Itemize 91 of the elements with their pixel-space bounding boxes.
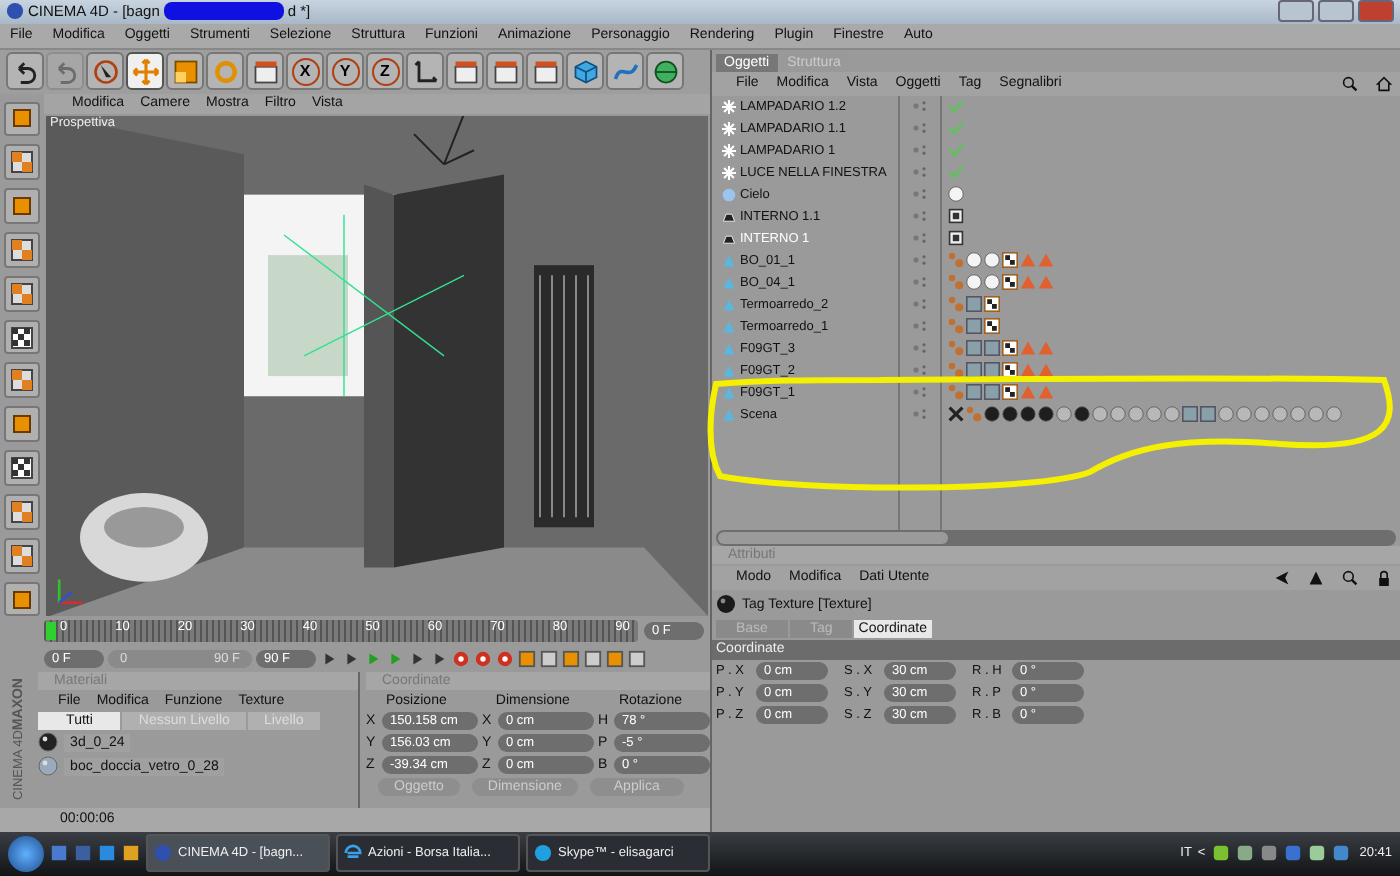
checker-tag-icon[interactable] <box>1002 252 1018 268</box>
maximize-button[interactable] <box>1318 0 1354 23</box>
visibility-dots-icon[interactable] <box>912 142 928 158</box>
dots-tag-icon[interactable] <box>948 252 964 268</box>
light-icon <box>722 165 736 179</box>
scale-tool-button[interactable] <box>166 52 204 90</box>
lock-icon[interactable] <box>1376 569 1392 585</box>
home-icon[interactable] <box>1376 75 1392 91</box>
dots-tag-icon[interactable] <box>948 318 964 334</box>
checker-tag-icon[interactable] <box>984 296 1000 312</box>
spline-button[interactable] <box>606 52 644 90</box>
playhead-marker[interactable] <box>46 622 56 640</box>
visibility-dots-icon[interactable] <box>912 120 928 136</box>
axis-lock-button[interactable]: Y <box>326 52 364 90</box>
circle-icon <box>154 844 172 863</box>
dots-tag-icon[interactable] <box>948 296 964 312</box>
visibility-dots-icon[interactable] <box>912 98 928 114</box>
axis-lock-button[interactable]: X <box>286 52 324 90</box>
browser-icon <box>344 844 362 863</box>
visibility-dots-icon[interactable] <box>912 208 928 224</box>
tool-icon[interactable] <box>4 231 40 268</box>
cursor-icon <box>91 57 119 85</box>
search-icon[interactable] <box>1342 75 1358 91</box>
tool-icon[interactable] <box>4 319 40 355</box>
coordinate-system-button[interactable] <box>406 52 444 90</box>
visibility-dots-icon[interactable] <box>912 252 928 268</box>
nurbs-button[interactable] <box>646 52 684 90</box>
sphere-icon <box>651 57 679 85</box>
cross-tag-icon[interactable] <box>948 406 964 422</box>
dots-tag-icon[interactable] <box>966 406 982 422</box>
circle-icon <box>534 844 552 863</box>
clapper-button[interactable] <box>526 52 564 90</box>
search-icon[interactable] <box>1342 569 1358 585</box>
tool-icon[interactable] <box>4 537 40 574</box>
visibility-dots-icon[interactable] <box>912 318 928 334</box>
tool-icon[interactable] <box>4 144 40 181</box>
visibility-dots-icon[interactable] <box>912 406 928 422</box>
glass-material-icon <box>38 756 59 776</box>
sphere-icon <box>6 2 24 21</box>
axis-gizmo-icon <box>52 573 88 609</box>
visibility-dots-icon[interactable] <box>912 186 928 202</box>
sphere-icon <box>716 594 736 614</box>
light-icon <box>722 99 736 113</box>
tool-icon[interactable] <box>4 493 40 530</box>
visibility-dots-icon[interactable] <box>912 274 928 290</box>
sphere-tag-icon[interactable] <box>948 186 964 202</box>
minimize-button[interactable] <box>1278 0 1314 23</box>
clapper-button[interactable] <box>246 52 284 90</box>
up-arrow-icon[interactable] <box>1308 569 1324 585</box>
redaction-scribble <box>163 2 284 21</box>
dots-tag-icon[interactable] <box>948 362 964 378</box>
horizontal-scrollbar[interactable] <box>716 529 1396 545</box>
checker-tag-icon[interactable] <box>1002 274 1018 290</box>
square-icon <box>171 57 199 85</box>
visibility-dots-icon[interactable] <box>912 340 928 356</box>
light-icon <box>722 143 736 157</box>
clapper-button[interactable] <box>446 52 484 90</box>
tool-icon[interactable] <box>4 275 40 312</box>
dots-tag-icon[interactable] <box>948 274 964 290</box>
cube-button[interactable] <box>566 52 604 90</box>
sphere-material-icon <box>38 732 59 752</box>
ring-icon <box>211 57 239 85</box>
visibility-dots-icon[interactable] <box>912 230 928 246</box>
tool-icon[interactable] <box>4 450 40 486</box>
checker-tag-icon[interactable] <box>1002 340 1018 356</box>
light-icon <box>722 121 736 135</box>
clapperboard-icon <box>451 57 479 85</box>
undo-button[interactable] <box>6 52 44 90</box>
move-arrows-icon <box>131 57 159 85</box>
visibility-dots-icon[interactable] <box>912 362 928 378</box>
checker-tag-icon[interactable] <box>984 318 1000 334</box>
axis-icon <box>411 57 439 85</box>
visibility-dots-icon[interactable] <box>912 384 928 400</box>
visibility-dots-icon[interactable] <box>912 296 928 312</box>
clapperboard-icon <box>491 57 519 85</box>
back-arrow-icon[interactable] <box>1274 569 1290 585</box>
dots-tag-icon[interactable] <box>948 340 964 356</box>
checker-tag-icon[interactable] <box>1002 384 1018 400</box>
axis-lock-button[interactable]: Z <box>366 52 404 90</box>
select-tool-button[interactable] <box>86 52 124 90</box>
dots-tag-icon[interactable] <box>948 384 964 400</box>
clapperboard-icon <box>251 57 279 85</box>
close-button[interactable] <box>1358 0 1394 23</box>
clapperboard-icon <box>531 57 559 85</box>
cube-icon <box>571 57 599 85</box>
move-tool-button[interactable] <box>126 52 164 90</box>
visibility-dots-icon[interactable] <box>912 164 928 180</box>
clapper-button[interactable] <box>486 52 524 90</box>
sphere-icon <box>722 187 736 201</box>
tool-icon[interactable] <box>4 362 40 399</box>
start-button[interactable] <box>8 835 44 872</box>
